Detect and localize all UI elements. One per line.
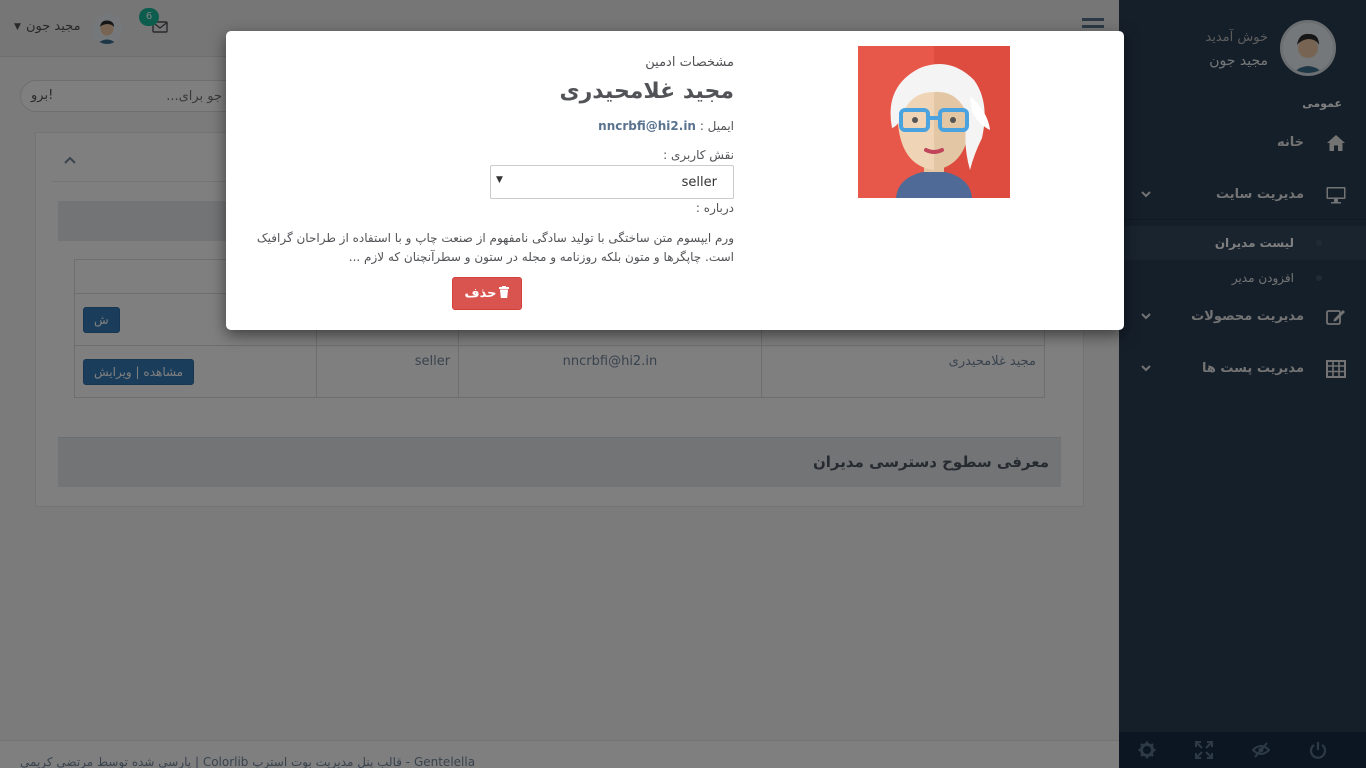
about-text: ورم ایپسوم متن ساختگی با تولید سادگی نام… <box>256 231 734 264</box>
about-label: درباره : <box>695 201 734 215</box>
delete-label: حذف <box>464 285 497 301</box>
role-label: نقش کاربری : <box>663 148 734 162</box>
email-value: nncrbfi@hi2.in <box>598 119 696 133</box>
delete-button[interactable]: حذف <box>452 277 522 310</box>
modal-admin-name: مجید غلامحیدری <box>559 79 734 104</box>
modal-subtitle: مشخصات ادمین <box>645 55 734 70</box>
trash-icon <box>499 285 510 302</box>
dropdown-arrow-icon: ▼ <box>496 175 503 185</box>
role-select[interactable]: seller ▼ <box>490 165 734 199</box>
admin-details-modal: مشخصات ادمین مجید غلامحیدری ایمیل : nncr… <box>226 31 1124 330</box>
modal-email: ایمیل : nncrbfi@hi2.in <box>598 119 734 133</box>
email-label: ایمیل : <box>699 119 734 133</box>
admin-portrait <box>858 46 1010 198</box>
role-select-value: seller <box>681 175 717 190</box>
